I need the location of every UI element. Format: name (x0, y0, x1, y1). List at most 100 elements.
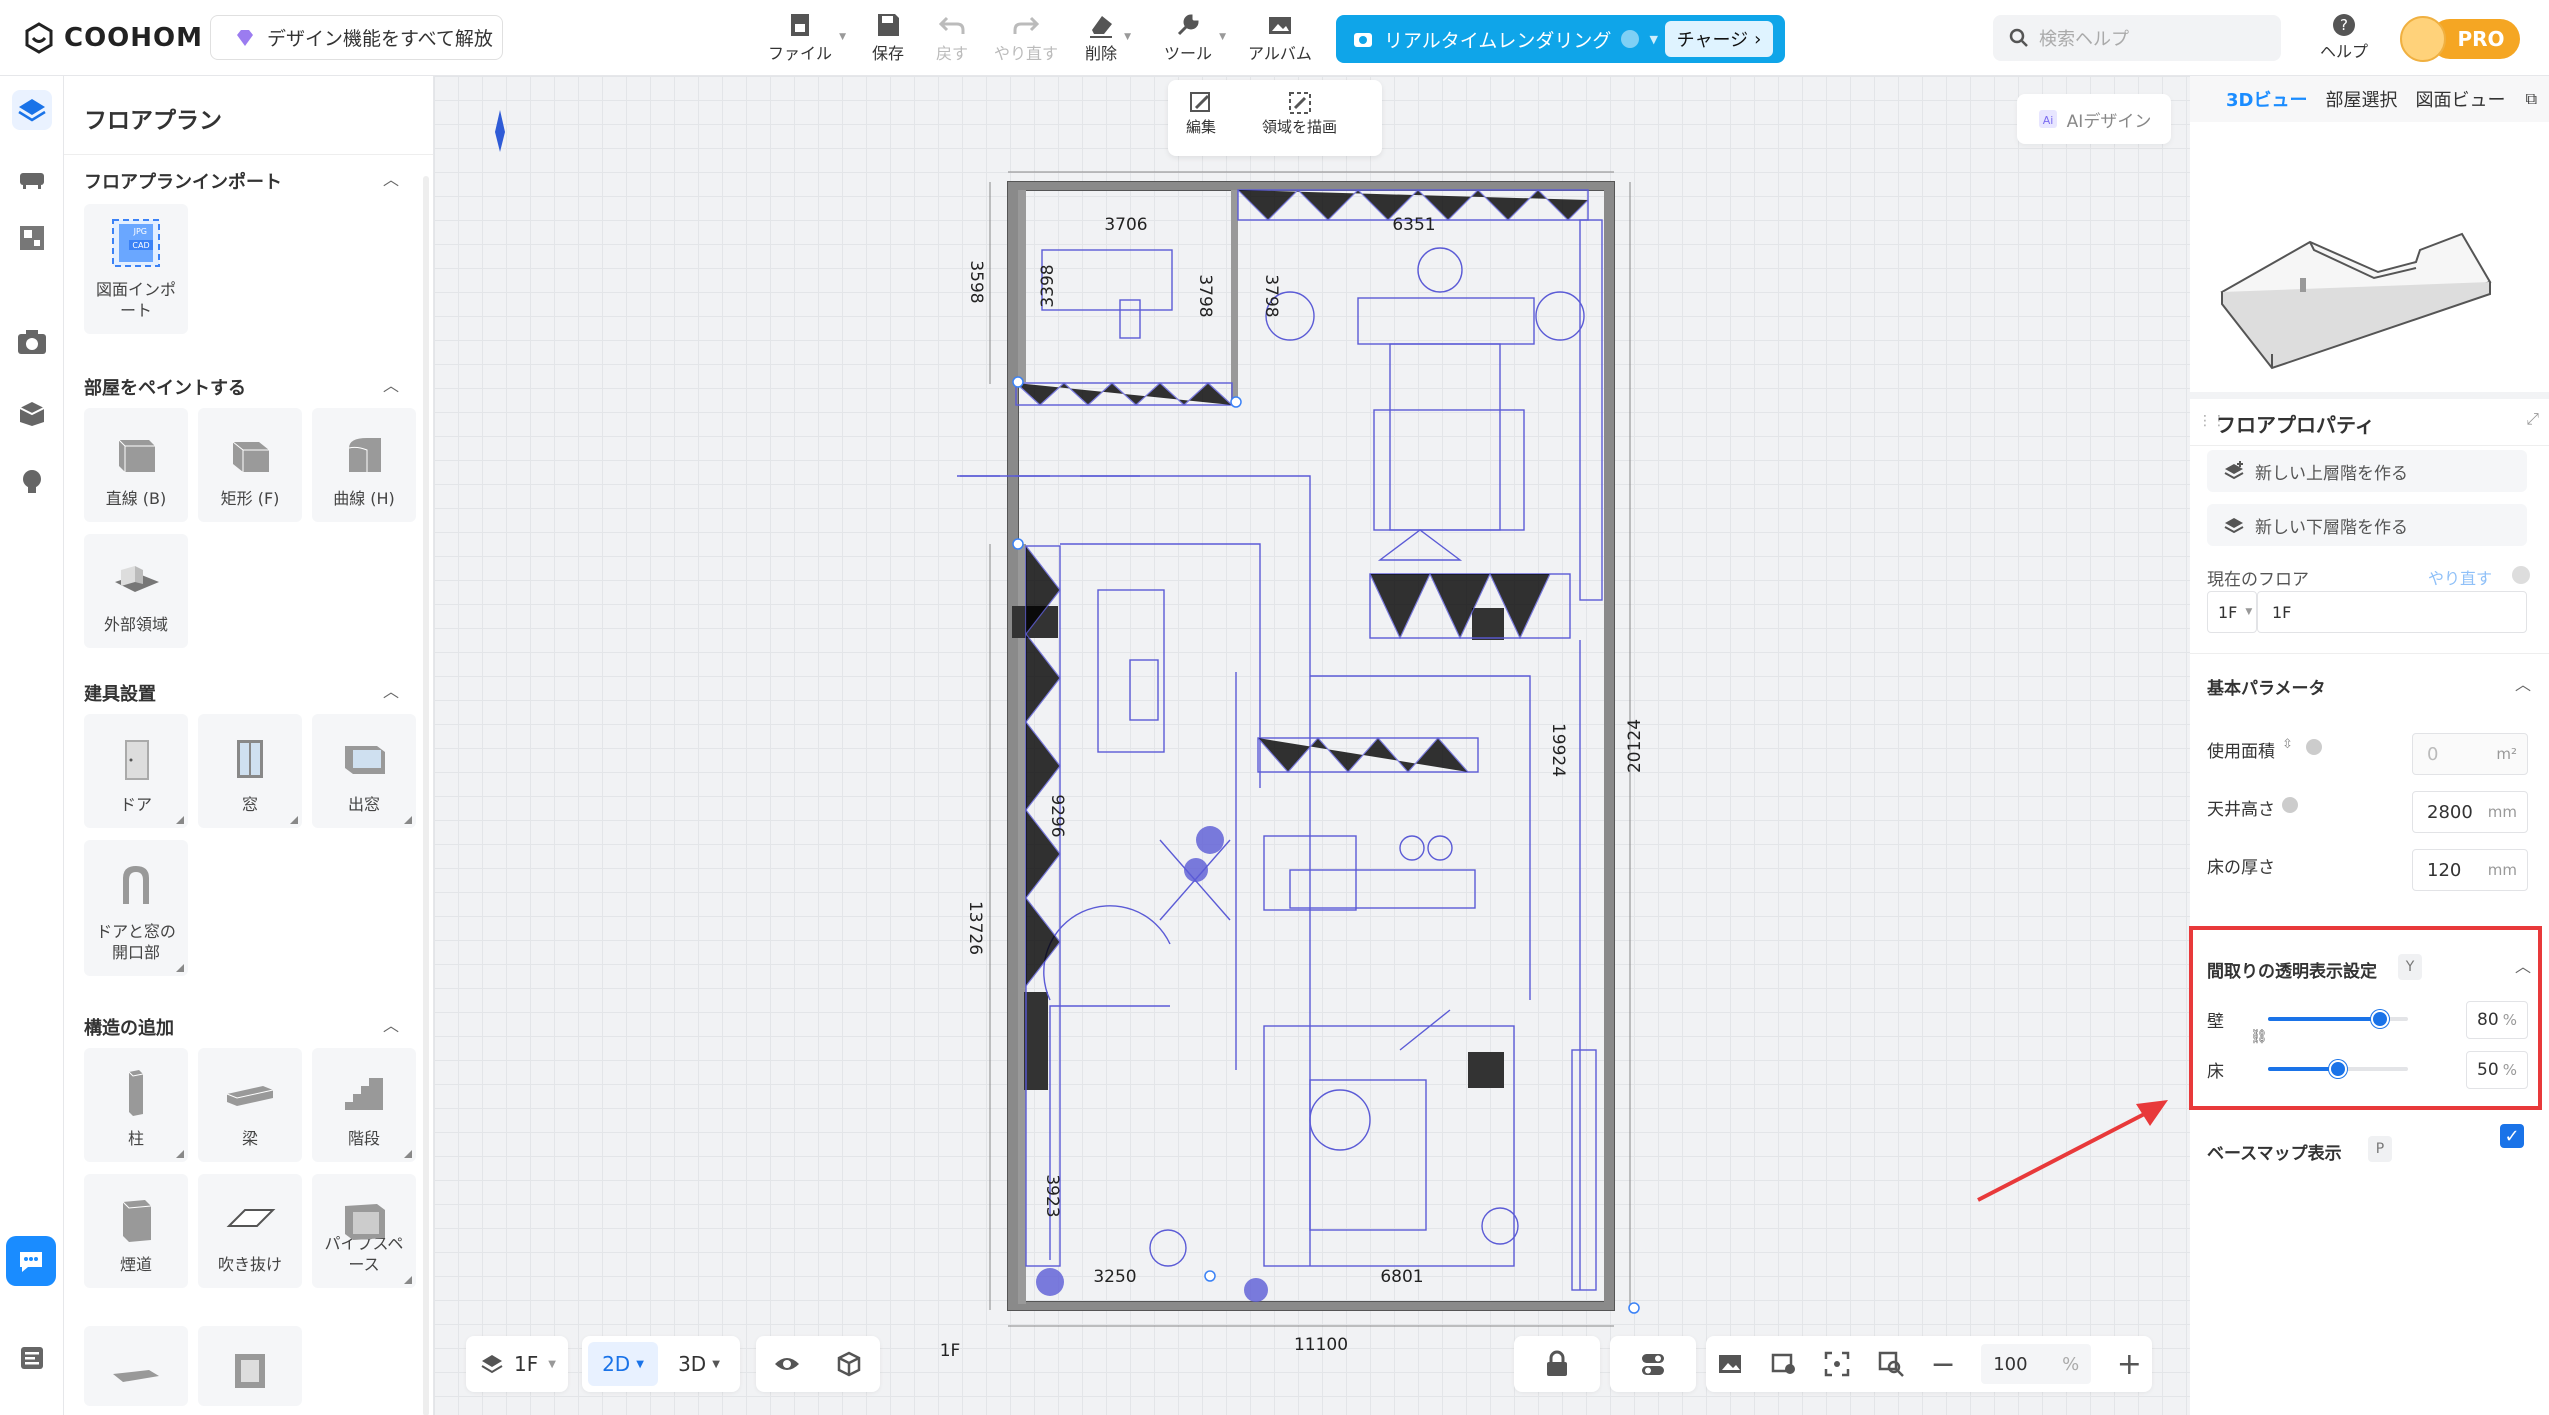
mode-2d-button[interactable]: 2D ▼ (588, 1342, 658, 1386)
help-button[interactable]: ? ヘルプ (2320, 12, 2368, 62)
window-card[interactable]: 窓 (198, 714, 302, 828)
import-drawing-card[interactable]: JPG CAD 図面インポート (84, 204, 188, 334)
view-tools-group: − 100% + (1706, 1336, 2152, 1392)
sort-icon[interactable]: ⇳ (2282, 737, 2293, 752)
unlock-features-button[interactable]: デザイン機能をすべて解放 (210, 15, 503, 60)
floor-name-input[interactable]: 1F (2257, 591, 2527, 633)
drawing-canvas[interactable]: 3706 6351 3598 3398 3798 3798 19924 2012… (434, 76, 2190, 1415)
mode-3d-button[interactable]: 3D ▼ (664, 1342, 734, 1386)
realtime-render-label: リアルタイムレンダリング (1384, 29, 1612, 52)
collapse-basic-icon[interactable]: ︿ (2515, 671, 2531, 695)
floor-selector[interactable]: 1F ▼ (466, 1336, 568, 1392)
tab-plan-view[interactable]: 図面ビュー (2415, 86, 2505, 112)
floor-thickness-input[interactable]: 120 mm (2412, 849, 2528, 891)
collapse-import-icon[interactable]: ︿ (383, 166, 399, 190)
charge-label: チャージ (1676, 30, 1749, 51)
collapse-structure-icon[interactable]: ︿ (383, 1012, 399, 1036)
draw-area-label: 領域を描画 (1262, 118, 1338, 136)
search-icon (2009, 28, 2028, 47)
settings-view-icon[interactable] (1770, 1350, 1798, 1378)
edit-button[interactable]: 編集 (1186, 90, 1216, 137)
zoom-in-button[interactable]: + (2117, 1347, 2142, 1382)
bay-window-card[interactable]: 出窓 (312, 714, 416, 828)
niche-card[interactable] (198, 1326, 302, 1406)
window-icon (237, 740, 263, 778)
info-icon[interactable] (2306, 739, 2322, 755)
info-icon[interactable] (2282, 797, 2298, 813)
opening-card[interactable]: ドアと窓の開口部 (84, 840, 188, 976)
stairs-card[interactable]: 階段 (312, 1048, 416, 1162)
toggle-settings-button[interactable] (1610, 1336, 1696, 1392)
eye-icon[interactable] (773, 1350, 801, 1378)
floor-redo-link[interactable]: やり直す (2428, 565, 2492, 589)
layout-icon (20, 226, 44, 250)
floor-level-select[interactable]: 1F ▼ (2207, 591, 2257, 633)
paint-rect-card[interactable]: 矩形 (F) (198, 408, 302, 522)
collapse-paint-icon[interactable]: ︿ (383, 372, 399, 396)
avatar[interactable] (2400, 16, 2446, 62)
rail-assets[interactable] (12, 392, 52, 432)
void-card[interactable]: 吹き抜け (198, 1174, 302, 1288)
zoom-input[interactable]: 100% (1981, 1344, 2092, 1384)
new-upper-floor-button[interactable]: 新しい上層階を作る (2207, 450, 2527, 492)
flue-card[interactable]: 煙道 (84, 1174, 188, 1288)
tab-3d-view[interactable]: 3Dビュー (2226, 86, 2307, 112)
redo-button[interactable]: やり直す (994, 10, 1058, 64)
unlock-features-label: デザイン機能をすべて解放 (267, 28, 493, 50)
dim-label: 20124 (1625, 719, 1645, 773)
fit-screen-icon[interactable] (1823, 1350, 1851, 1378)
dim-label: 3923 (1042, 1174, 1062, 1217)
beam-card[interactable]: 梁 (198, 1048, 302, 1162)
collapse-fixture-icon[interactable]: ︿ (383, 678, 399, 702)
floor-select-value: 1F (2218, 602, 2238, 622)
floor-plan-drawing[interactable]: 3706 6351 3598 3398 3798 3798 19924 2012… (434, 76, 2190, 1415)
exterior-area-card[interactable]: 外部領域 (84, 534, 188, 648)
area-input[interactable]: 0 m² (2412, 733, 2528, 775)
pipe-space-card[interactable]: パイプスペース (312, 1174, 416, 1288)
slab-card[interactable] (84, 1326, 188, 1406)
paint-curve-card[interactable]: 曲線 (H) (312, 408, 416, 522)
popout-icon[interactable]: ⧉ (2526, 89, 2537, 109)
render-toggle[interactable] (1621, 30, 1640, 48)
rail-render[interactable] (12, 322, 52, 362)
import-file-icon: JPG CAD (112, 219, 160, 267)
3d-preview[interactable]: 3Dビュー 部屋選択 図面ビュー ⧉ (2190, 76, 2549, 392)
undo-button[interactable]: 戻す (936, 10, 968, 64)
delete-button[interactable]: 削除 ▼ (1085, 10, 1131, 64)
zoom-out-button[interactable]: − (1930, 1347, 1955, 1382)
image-icon[interactable] (1716, 1350, 1744, 1378)
file-menu-button[interactable]: ファイル ▼ (768, 10, 846, 64)
search-help-input[interactable]: 検索ヘルプ (1993, 15, 2281, 61)
area-unit: m² (2496, 745, 2517, 763)
draw-area-button[interactable]: 領域を描画 (1262, 90, 1337, 137)
save-button[interactable]: 保存 (872, 10, 904, 64)
expand-icon[interactable]: ⤢ (2526, 409, 2539, 429)
panel-scrollbar[interactable] (423, 176, 429, 1415)
door-card[interactable]: ドア (84, 714, 188, 828)
rail-settings[interactable] (12, 1338, 52, 1378)
ai-design-button[interactable]: Ai AIデザイン (2017, 94, 2171, 144)
album-button[interactable]: アルバム (1248, 10, 1312, 64)
charge-button[interactable]: チャージ › (1665, 21, 1773, 57)
new-lower-floor-button[interactable]: 新しい下層階を作る (2207, 504, 2527, 546)
rail-layout[interactable] (12, 218, 52, 258)
tab-room-select[interactable]: 部屋選択 (2325, 86, 2397, 112)
gem-icon (237, 29, 253, 46)
zoom-area-icon[interactable] (1877, 1350, 1905, 1378)
rail-floorplan[interactable] (12, 90, 52, 130)
rail-furniture[interactable] (12, 158, 52, 198)
ceiling-height-input[interactable]: 2800 mm (2412, 791, 2528, 833)
column-card[interactable]: 柱 (84, 1048, 188, 1162)
rail-chat[interactable] (6, 1236, 56, 1286)
lock-button[interactable] (1514, 1336, 1600, 1392)
stairs-label: 階段 (347, 1129, 380, 1149)
paint-line-card[interactable]: 直線 (B) (84, 408, 188, 522)
app-logo[interactable]: COOHOM (22, 20, 203, 56)
rail-lighting[interactable] (12, 462, 52, 502)
realtime-render-button[interactable]: リアルタイムレンダリング ▼ チャージ › (1336, 15, 1785, 63)
slab-icon (113, 1370, 159, 1382)
cube-view-icon[interactable] (835, 1350, 863, 1378)
tools-menu-button[interactable]: ツール ▼ (1164, 10, 1226, 64)
wall-nodes[interactable] (1012, 376, 1640, 1314)
basemap-checkbox[interactable]: ✓ (2500, 1124, 2524, 1148)
